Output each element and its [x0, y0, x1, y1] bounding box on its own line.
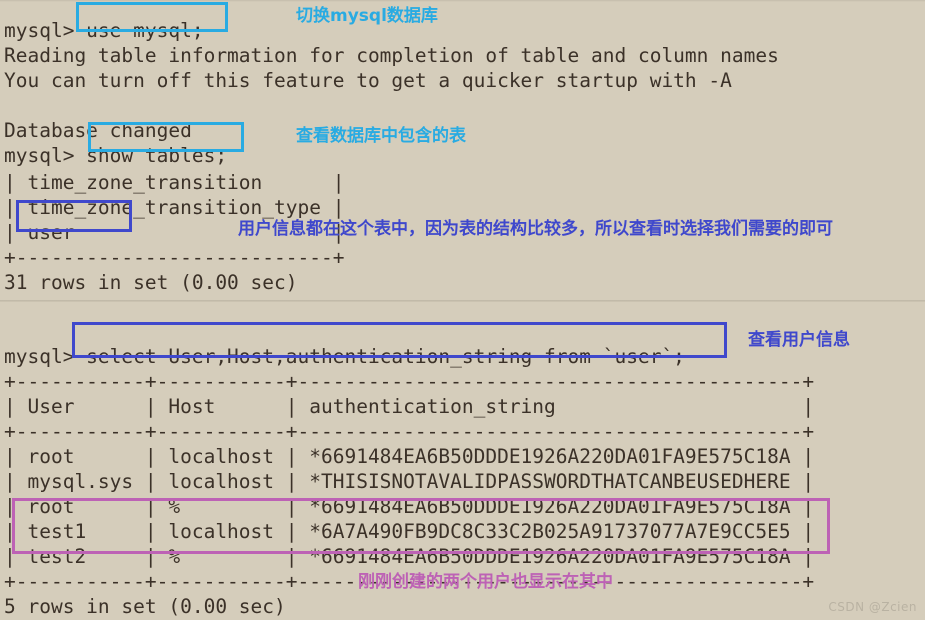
annotation-select-users: 查看用户信息 — [748, 330, 850, 350]
terminal-pane-top: mysql> use mysql; Reading table informat… — [0, 0, 925, 302]
pane-top-edge — [0, 0, 925, 2]
annotation-user-table: 用户信息都在这个表中，因为表的结构比较多，所以查看时选择我们需要的即可 — [238, 219, 833, 239]
annotation-show-tables: 查看数据库中包含的表 — [296, 126, 466, 146]
annotation-new-users: 刚刚创建的两个用户也显示在其中 — [358, 572, 613, 592]
annotation-use-mysql: 切换mysql数据库 — [296, 6, 438, 26]
terminal-pane-bottom: mysql> select User,Host,authentication_s… — [0, 302, 925, 620]
terminal-screenshot: mysql> use mysql; Reading table informat… — [0, 0, 925, 620]
csdn-watermark: CSDN @Zcien — [828, 600, 917, 614]
